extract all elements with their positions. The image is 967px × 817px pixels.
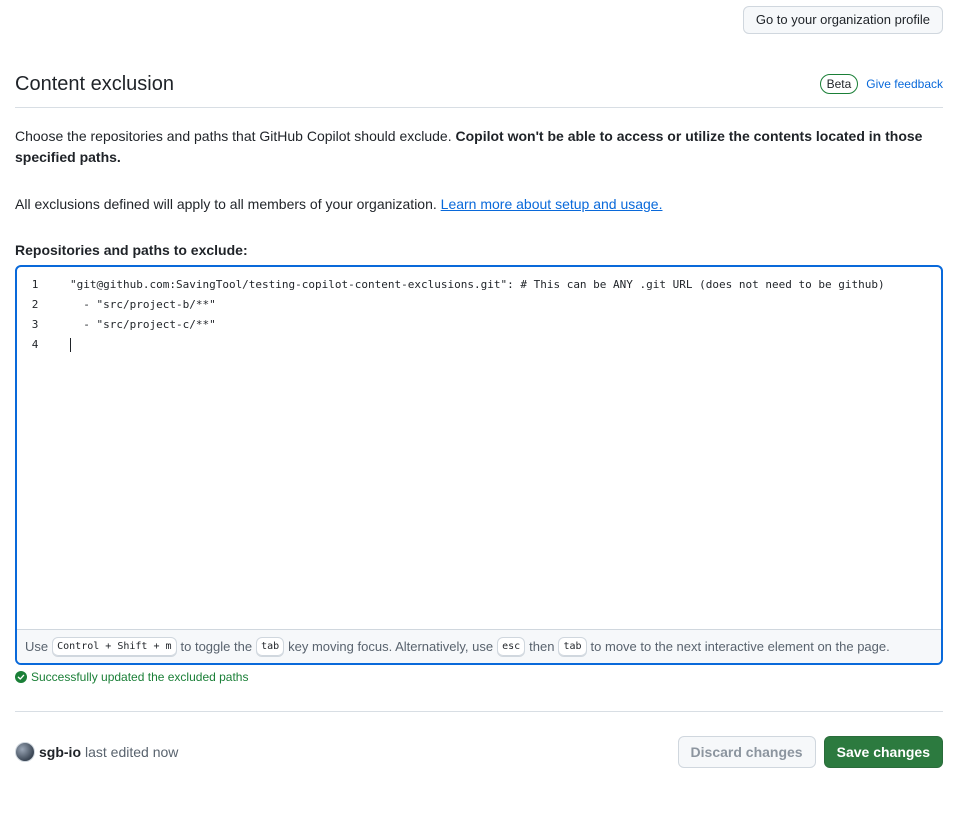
check-circle-icon [15,671,27,683]
exclusions-editor[interactable]: 1 "git@github.com:SavingTool/testing-cop… [15,265,943,665]
top-bar: Go to your organization profile [742,6,943,34]
code-line: 1 "git@github.com:SavingTool/testing-cop… [17,275,941,295]
beta-badge: Beta [819,74,859,94]
line-number: 1 [31,278,39,291]
success-message: Successfully updated the excluded paths [15,670,248,684]
line-number: 2 [31,298,39,311]
give-feedback-link[interactable]: Give feedback [866,77,943,91]
page-title: Content exclusion [15,73,174,95]
divider [15,711,943,712]
code-line: 3 - "src/project-c/**" [17,315,941,335]
last-edited-text: last edited now [85,744,179,760]
kbd-tab: tab [256,636,285,657]
scope-paragraph: All exclusions defined will apply to all… [15,194,943,215]
line-text: "git@github.com:SavingTool/testing-copil… [70,278,885,291]
kbd-toggle-shortcut: Control + Shift + m [52,636,177,657]
footer-text: then [529,639,555,654]
footer-text: key moving focus. Alternatively, use [288,639,494,654]
avatar[interactable] [15,742,35,762]
intro-paragraph: Choose the repositories and paths that G… [15,126,943,168]
line-text: - "src/project-b/**" [70,298,216,311]
text-cursor [70,338,71,352]
section-header: Content exclusion Beta Give feedback [15,70,943,108]
editor-footer: Use Control + Shift + m to toggle the ta… [17,629,941,663]
kbd-tab: tab [558,636,587,657]
line-number: 3 [31,318,39,331]
learn-more-link[interactable]: Learn more about setup and usage. [441,196,663,212]
line-text: - "src/project-c/**" [70,318,216,331]
username[interactable]: sgb-io [39,744,81,760]
line-number: 4 [31,338,39,351]
header-right: Beta Give feedback [819,74,943,94]
discard-changes-button[interactable]: Discard changes [677,736,816,768]
footer-text: to move to the next interactive element … [590,639,890,654]
footer-text: Use [25,639,49,654]
org-profile-button[interactable]: Go to your organization profile [742,6,943,34]
editor-label: Repositories and paths to exclude: [15,242,248,258]
intro-text: Choose the repositories and paths that G… [15,128,456,144]
last-edited-info: sgb-io last edited now [15,742,178,762]
code-line: 2 - "src/project-b/**" [17,295,941,315]
kbd-esc: esc [497,636,526,657]
code-area[interactable]: 1 "git@github.com:SavingTool/testing-cop… [17,275,941,627]
code-line: 4 [17,335,941,355]
save-changes-button[interactable]: Save changes [823,736,943,768]
footer-text: to toggle the [180,639,253,654]
success-text: Successfully updated the excluded paths [31,670,249,684]
scope-text: All exclusions defined will apply to all… [15,196,441,212]
form-actions: Discard changes Save changes [677,736,943,768]
